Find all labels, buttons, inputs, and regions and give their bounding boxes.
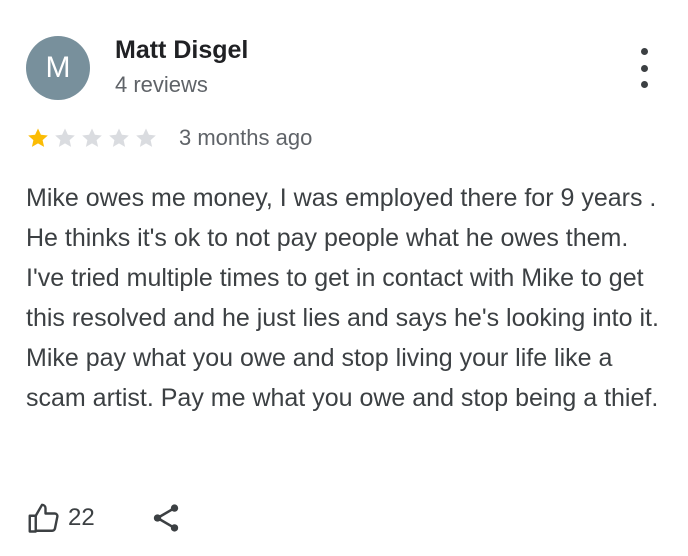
author-reviews-count[interactable]: 4 reviews: [115, 72, 208, 98]
review-card: M Matt Disgel 4 reviews 3 months ago Mik…: [0, 0, 688, 556]
avatar[interactable]: M: [26, 36, 90, 100]
like-count: 22: [68, 504, 95, 531]
review-timestamp: 3 months ago: [179, 125, 313, 150]
like-button[interactable]: 22: [26, 500, 95, 536]
star-empty-icon: [109, 128, 129, 147]
share-icon: [153, 504, 178, 532]
share-button[interactable]: [149, 501, 183, 535]
star-empty-icon: [136, 128, 156, 147]
star-empty-icon: [55, 128, 75, 147]
avatar-initial: M: [45, 51, 71, 84]
more-vert-icon-dot: [640, 64, 648, 72]
more-options-button[interactable]: [630, 48, 658, 88]
more-vert-icon-dot: [640, 81, 648, 88]
star-empty-icon: [82, 128, 102, 147]
review-actions: 22: [26, 498, 183, 538]
more-vert-icon: [640, 48, 648, 55]
thumbs-up-icon: [28, 503, 59, 533]
author-name[interactable]: Matt Disgel: [115, 36, 248, 65]
rating-row: 3 months ago: [26, 124, 312, 152]
review-text: Mike owes me money, I was employed there…: [26, 184, 659, 412]
star-filled-icon: [28, 128, 48, 147]
star-rating: [26, 126, 161, 150]
